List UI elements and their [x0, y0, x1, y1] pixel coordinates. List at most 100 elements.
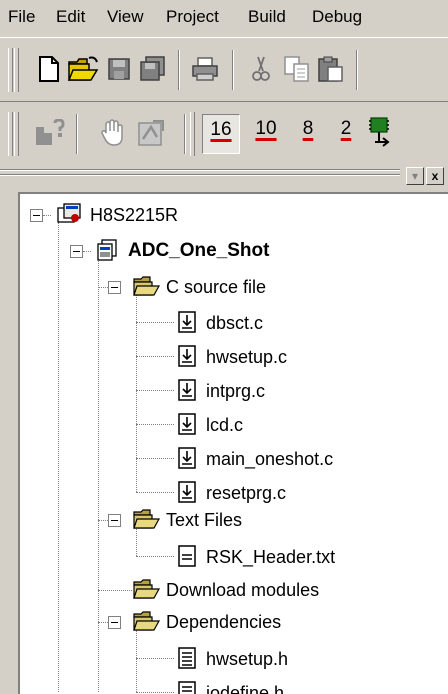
tree-file-item: RSK_Header.txt	[206, 547, 336, 567]
panel-menu-button[interactable]: ▾	[406, 167, 424, 185]
toolbar-grip[interactable]	[14, 112, 19, 156]
connect-button[interactable]	[362, 116, 396, 150]
toolbar-grip[interactable]	[8, 112, 13, 156]
tree-line	[136, 322, 174, 323]
toolbar-grip[interactable]	[190, 112, 195, 156]
cut-button[interactable]	[244, 52, 278, 86]
source-file-icon	[178, 447, 196, 469]
workspace-tree[interactable]: H8S2215R ADC_One_Shot C source file dbsc…	[18, 192, 448, 694]
tree-file-item: iodefine.h	[206, 683, 285, 694]
paste-button[interactable]	[314, 52, 348, 86]
help-button[interactable]	[32, 116, 66, 150]
source-file-icon	[178, 379, 196, 401]
save-button[interactable]	[102, 52, 136, 86]
radix-binary-button[interactable]: 2	[328, 114, 364, 152]
toolbar-separator	[76, 114, 78, 154]
menu-view[interactable]: View	[107, 7, 144, 27]
tree-file-item: dbsct.c	[206, 313, 264, 333]
tree-file-item: main_oneshot.c	[206, 449, 334, 469]
tree-line	[136, 390, 174, 391]
radix-octal-button[interactable]: 8	[290, 114, 326, 152]
folder-open-icon	[133, 509, 160, 529]
tree-line	[136, 692, 174, 693]
tree-line	[136, 458, 174, 459]
new-file-icon	[39, 56, 59, 82]
source-file-icon	[178, 413, 196, 435]
tree-line	[136, 424, 174, 425]
workspace-icon	[57, 203, 81, 223]
chip-connect-icon	[369, 117, 390, 147]
collapse-toggle[interactable]	[108, 514, 121, 527]
radix-binary-label: 2	[340, 118, 352, 139]
tree-line	[136, 658, 174, 659]
tree-file-item: hwsetup.h	[206, 649, 289, 669]
halt-button[interactable]	[96, 116, 130, 150]
copy-button[interactable]	[280, 52, 314, 86]
reset-icon	[138, 120, 164, 146]
header-file-icon	[178, 681, 196, 694]
menu-debug[interactable]: Debug	[312, 7, 362, 27]
save-all-button[interactable]	[136, 52, 170, 86]
reset-button[interactable]	[134, 116, 168, 150]
copy-icon	[284, 56, 309, 82]
print-button[interactable]	[188, 52, 222, 86]
workspace-panel-header: ▾ x	[0, 162, 448, 190]
panel-close-button[interactable]: x	[426, 167, 444, 185]
collapse-toggle[interactable]	[108, 281, 121, 294]
panel-grip-line[interactable]	[0, 169, 400, 171]
toolbar-separator	[184, 114, 186, 154]
tree-line	[136, 626, 137, 692]
source-file-icon	[178, 481, 196, 503]
source-file-icon	[178, 311, 196, 333]
help-cursor-icon	[36, 119, 65, 145]
toolbar-grip[interactable]	[8, 48, 13, 92]
tree-line	[136, 294, 137, 492]
paste-clipboard-icon	[318, 56, 343, 82]
tree-line	[98, 622, 108, 623]
hand-icon	[101, 119, 123, 146]
tree-file-item: intprg.c	[206, 381, 266, 401]
new-file-button[interactable]	[32, 52, 66, 86]
menu-edit[interactable]: Edit	[56, 7, 85, 27]
menu-project[interactable]: Project	[166, 7, 219, 27]
tree-file-item: resetprg.c	[206, 483, 287, 503]
panel-grip-line[interactable]	[0, 174, 400, 176]
toolbar-separator	[232, 50, 234, 90]
collapse-toggle[interactable]	[108, 616, 121, 629]
text-file-icon	[178, 545, 196, 567]
save-all-icon	[140, 56, 165, 81]
folder-icon	[133, 579, 160, 599]
source-file-icon	[178, 345, 196, 367]
menu-file[interactable]: File	[8, 7, 35, 27]
toolbar-grip[interactable]	[14, 48, 19, 92]
printer-icon	[192, 57, 218, 81]
toolbar-separator	[178, 50, 180, 90]
debug-toolbar: 16 10 8 2	[0, 101, 448, 162]
folder-open-icon	[133, 611, 160, 631]
tree-line	[98, 287, 108, 288]
menu-build[interactable]: Build	[248, 7, 286, 27]
menu-bar: File Edit View Project Build Debug	[0, 0, 448, 36]
tree-folder-dependencies: Dependencies	[166, 612, 282, 632]
panel-menu-icon: ▾	[411, 169, 419, 183]
tree-line	[98, 258, 99, 692]
tree-file-item: lcd.c	[206, 415, 244, 435]
tree-line	[136, 492, 174, 493]
tree-line	[58, 222, 59, 692]
radix-octal-label: 8	[302, 118, 314, 139]
save-disk-icon	[108, 58, 130, 80]
open-file-button[interactable]	[66, 52, 100, 86]
collapse-toggle[interactable]	[70, 245, 83, 258]
open-folder-icon	[67, 56, 99, 81]
folder-open-icon	[133, 276, 160, 296]
radix-hex-button[interactable]: 16	[202, 114, 240, 154]
collapse-toggle[interactable]	[30, 209, 43, 222]
tree-line	[83, 251, 91, 252]
standard-toolbar	[0, 37, 448, 102]
header-file-icon	[178, 647, 196, 669]
radix-hex-label: 16	[210, 119, 232, 140]
tree-workspace-label: H8S2215R	[90, 205, 179, 225]
tree-folder-download-modules: Download modules	[166, 580, 320, 600]
radix-decimal-button[interactable]: 10	[248, 114, 284, 152]
close-icon: x	[431, 169, 439, 183]
